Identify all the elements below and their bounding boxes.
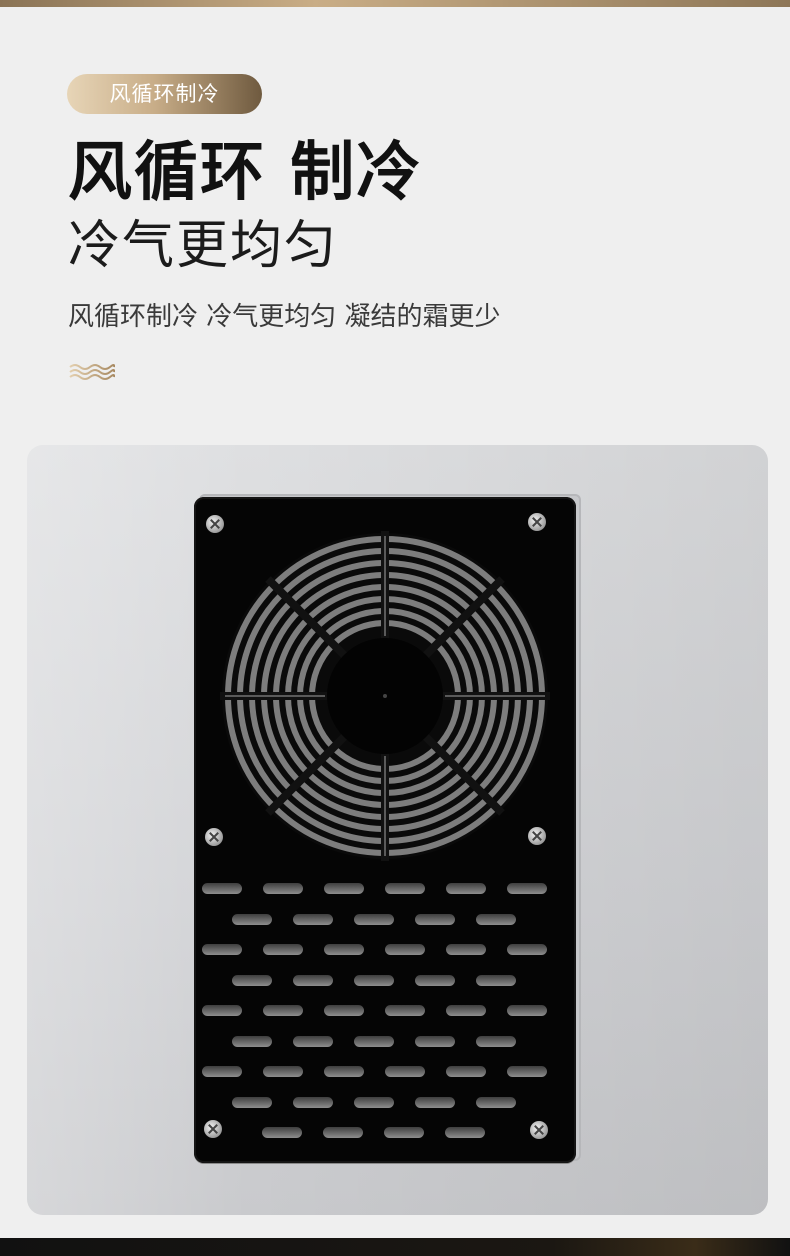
vent-slot <box>476 913 516 925</box>
screw-icon <box>528 513 546 531</box>
vent-slot <box>324 883 364 894</box>
vent-slot <box>446 944 486 955</box>
vent-slot <box>354 913 394 925</box>
vent-slot <box>232 974 272 986</box>
feature-description: 风循环制冷 冷气更均匀 凝结的霜更少 <box>68 302 501 332</box>
vent-slot <box>293 1096 333 1108</box>
vent-slot <box>385 883 425 894</box>
vent-slot <box>354 1096 394 1108</box>
page-subtitle: 冷气更均匀 <box>68 216 339 276</box>
vent-slot <box>263 1005 303 1016</box>
vent-slot <box>232 913 272 925</box>
vent-slot <box>415 1096 455 1108</box>
bottom-dark-strip <box>0 1238 790 1256</box>
vent-slot <box>415 913 455 925</box>
vent-slot <box>202 1005 242 1016</box>
vent-slot <box>446 1066 486 1077</box>
vent-slot <box>202 1066 242 1077</box>
screw-icon <box>204 1120 222 1138</box>
vent-slot <box>354 974 394 986</box>
vent-slot <box>202 883 242 894</box>
vent-slot <box>262 1127 302 1138</box>
top-accent-strip <box>0 0 790 7</box>
screw-icon <box>530 1121 548 1139</box>
vent-slot <box>324 1066 364 1077</box>
vent-slot <box>415 974 455 986</box>
vent-slot <box>263 1066 303 1077</box>
fan-guard-icon <box>220 531 550 861</box>
vent-slot <box>263 883 303 894</box>
vent-slot <box>415 1035 455 1047</box>
vent-slot <box>476 974 516 986</box>
vent-slot <box>232 1035 272 1047</box>
vent-slot <box>445 1127 485 1138</box>
vent-slot <box>323 1127 363 1138</box>
vent-slot <box>385 1066 425 1077</box>
vent-slot <box>354 1035 394 1047</box>
vent-slot <box>293 974 333 986</box>
wave-lines-icon <box>69 364 115 380</box>
vent-slot <box>476 1096 516 1108</box>
vent-slot <box>202 944 242 955</box>
vent-slot <box>446 1005 486 1016</box>
page-title: 风循环 制冷 <box>68 136 423 210</box>
vent-slot <box>507 944 547 955</box>
vent-slot <box>324 1005 364 1016</box>
vent-slot <box>293 913 333 925</box>
vent-slot <box>293 1035 333 1047</box>
vent-slot <box>476 1035 516 1047</box>
vent-slot <box>324 944 364 955</box>
vent-slot <box>446 883 486 894</box>
vent-slot <box>507 883 547 894</box>
fan-vent-panel <box>194 497 576 1163</box>
vent-slot <box>507 1005 547 1016</box>
feature-badge: 风循环制冷 <box>67 74 262 114</box>
vent-slot <box>263 944 303 955</box>
vent-slot <box>384 1127 424 1138</box>
vent-slot <box>385 944 425 955</box>
vent-slot <box>232 1096 272 1108</box>
vent-slot <box>507 1066 547 1077</box>
vent-slot <box>385 1005 425 1016</box>
product-photo <box>27 445 768 1215</box>
